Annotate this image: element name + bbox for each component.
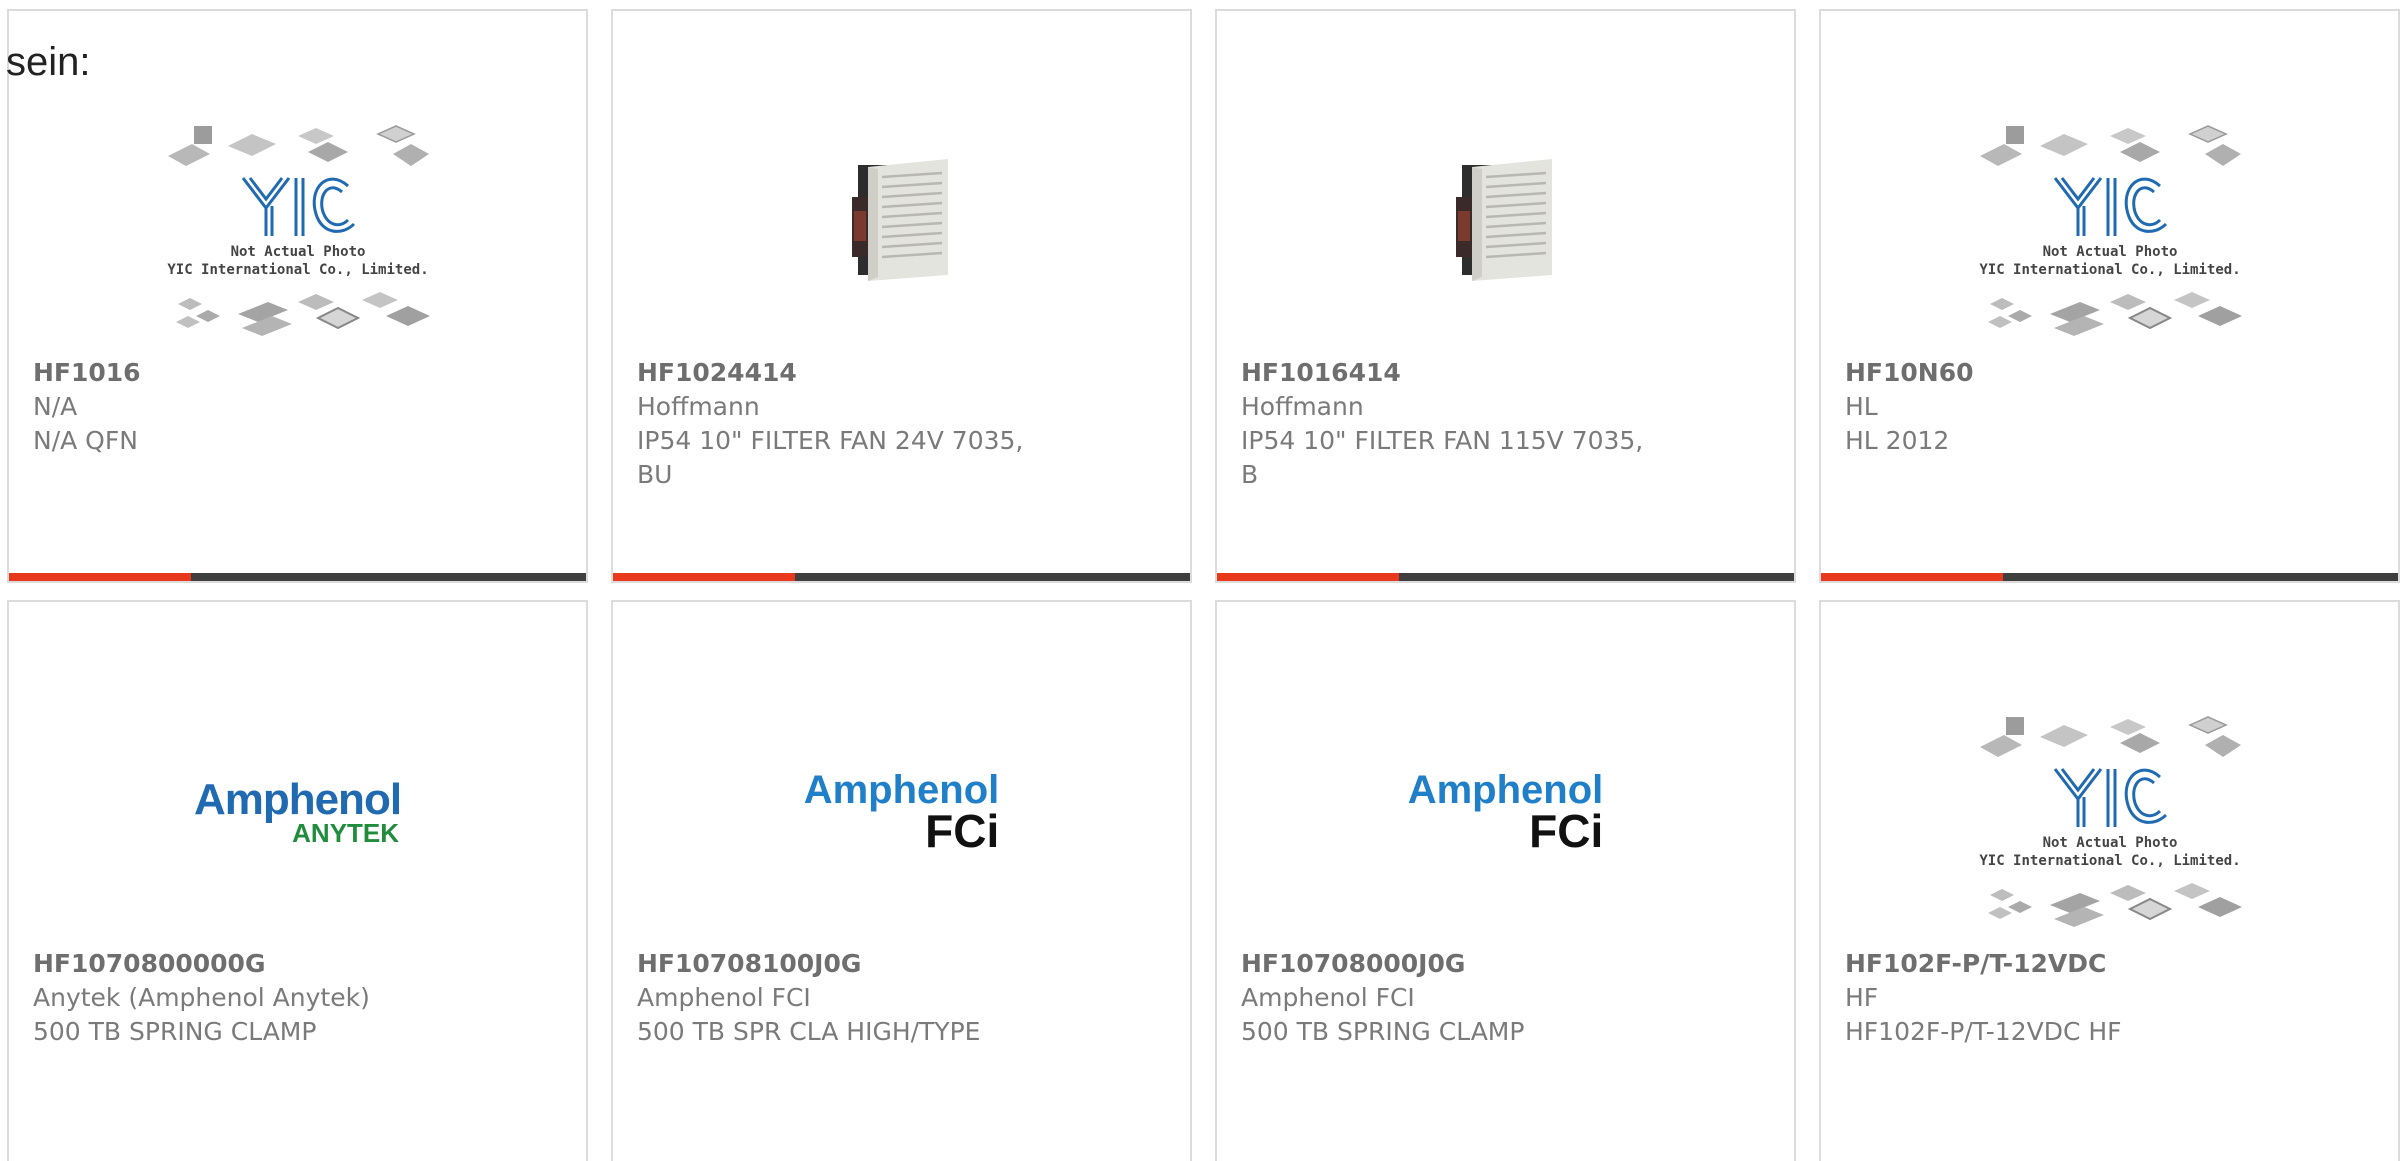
part-number[interactable]: HF102F-P/T-12VDC xyxy=(1845,947,2358,981)
filter-fan-image xyxy=(851,159,949,283)
product-card[interactable]: HF102F-P/T-12VDC HF HF102F-P/T-12VDC HF xyxy=(1819,600,2400,1161)
product-image[interactable] xyxy=(1821,91,2398,351)
product-card[interactable]: HF1016 N/A N/A QFN xyxy=(7,9,588,583)
manufacturer: HL xyxy=(1845,392,1878,421)
intro-text: sein: xyxy=(6,40,91,84)
description: IP54 10" FILTER FAN 24V 7035, BU xyxy=(637,426,1024,489)
part-number[interactable]: HF10708000J0G xyxy=(1241,947,1754,981)
product-image[interactable]: Amphenol FCi xyxy=(1217,682,1794,942)
yic-placeholder-image xyxy=(1977,124,2243,338)
manufacturer: HF xyxy=(1845,983,1879,1012)
product-image[interactable]: Amphenol ANYTEK xyxy=(9,682,586,942)
logo-brand: Amphenol xyxy=(193,775,402,824)
product-card[interactable]: Amphenol FCi HF10708100J0G Amphenol FCI … xyxy=(611,600,1192,1161)
part-number[interactable]: HF1016 xyxy=(33,356,546,390)
part-number[interactable]: HF10708100J0G xyxy=(637,947,1150,981)
card-accent-bar xyxy=(613,573,1190,581)
description: IP54 10" FILTER FAN 115V 7035, B xyxy=(1241,426,1644,489)
part-number[interactable]: HF1016414 xyxy=(1241,356,1754,390)
logo-sub: FCi xyxy=(925,805,1000,857)
manufacturer: Hoffmann xyxy=(637,392,760,421)
product-grid: HF1016 N/A N/A QFN HF1024414 Hoffmann IP… xyxy=(7,9,2400,1161)
manufacturer: Anytek (Amphenol Anytek) xyxy=(33,983,370,1012)
manufacturer: N/A xyxy=(33,392,78,421)
description: HF102F-P/T-12VDC HF xyxy=(1845,1017,2122,1046)
product-image[interactable] xyxy=(1821,682,2398,942)
part-number[interactable]: HF10N60 xyxy=(1845,356,2358,390)
product-image[interactable]: Amphenol FCi xyxy=(613,682,1190,942)
logo-sub: FCi xyxy=(1529,805,1604,857)
card-accent-bar xyxy=(1217,573,1794,581)
product-image[interactable] xyxy=(1217,91,1794,351)
amphenol-fci-logo: Amphenol FCi xyxy=(1408,770,1604,854)
amphenol-anytek-logo: Amphenol ANYTEK xyxy=(193,775,402,848)
manufacturer: Amphenol FCI xyxy=(1241,983,1415,1012)
product-card[interactable]: Amphenol FCi HF10708000J0G Amphenol FCI … xyxy=(1215,600,1796,1161)
card-accent-bar xyxy=(1821,573,2398,581)
product-card[interactable]: HF10N60 HL HL 2012 xyxy=(1819,9,2400,583)
product-card[interactable]: HF1024414 Hoffmann IP54 10" FILTER FAN 2… xyxy=(611,9,1192,583)
product-image[interactable] xyxy=(9,91,586,351)
part-number[interactable]: HF1024414 xyxy=(637,356,1150,390)
logo-brand: Amphenol xyxy=(1407,768,1604,812)
amphenol-fci-logo: Amphenol FCi xyxy=(804,770,1000,854)
filter-fan-image xyxy=(1455,159,1553,283)
manufacturer: Amphenol FCI xyxy=(637,983,811,1012)
description: 500 TB SPR CLA HIGH/TYPE xyxy=(637,1017,981,1046)
card-accent-bar xyxy=(9,573,586,581)
logo-brand: Amphenol xyxy=(803,768,1000,812)
description: N/A QFN xyxy=(33,426,138,455)
product-grid-page: sein: HF1016 N/A N/A QFN HF1024414 Hoffm… xyxy=(0,0,2400,1161)
yic-placeholder-image xyxy=(1977,715,2243,929)
yic-placeholder-image xyxy=(165,124,431,338)
product-card[interactable]: HF1016414 Hoffmann IP54 10" FILTER FAN 1… xyxy=(1215,9,1796,583)
description: 500 TB SPRING CLAMP xyxy=(1241,1017,1525,1046)
product-image[interactable] xyxy=(613,91,1190,351)
description: 500 TB SPRING CLAMP xyxy=(33,1017,317,1046)
description: HL 2012 xyxy=(1845,426,1950,455)
part-number[interactable]: HF1070800000G xyxy=(33,947,546,981)
logo-sub: ANYTEK xyxy=(292,818,400,848)
manufacturer: Hoffmann xyxy=(1241,392,1364,421)
product-card[interactable]: Amphenol ANYTEK HF1070800000G Anytek (Am… xyxy=(7,600,588,1161)
